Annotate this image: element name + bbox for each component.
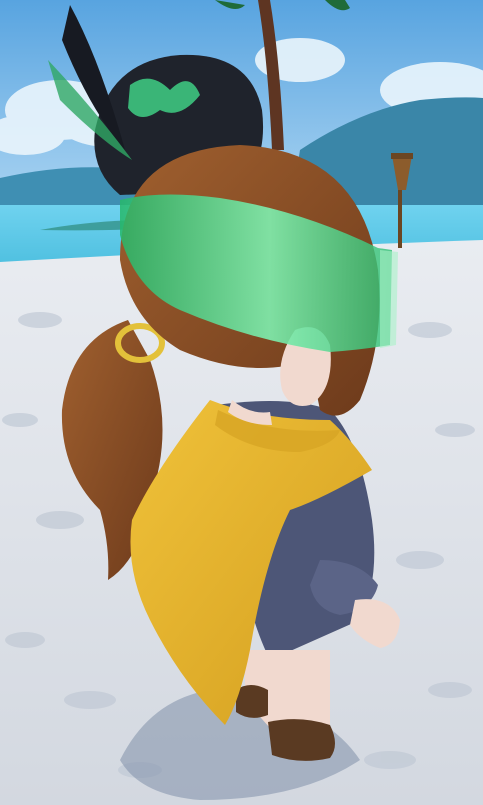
game-scene	[0, 0, 483, 805]
visor-edge	[380, 250, 398, 348]
game-viewport[interactable]	[0, 0, 483, 805]
